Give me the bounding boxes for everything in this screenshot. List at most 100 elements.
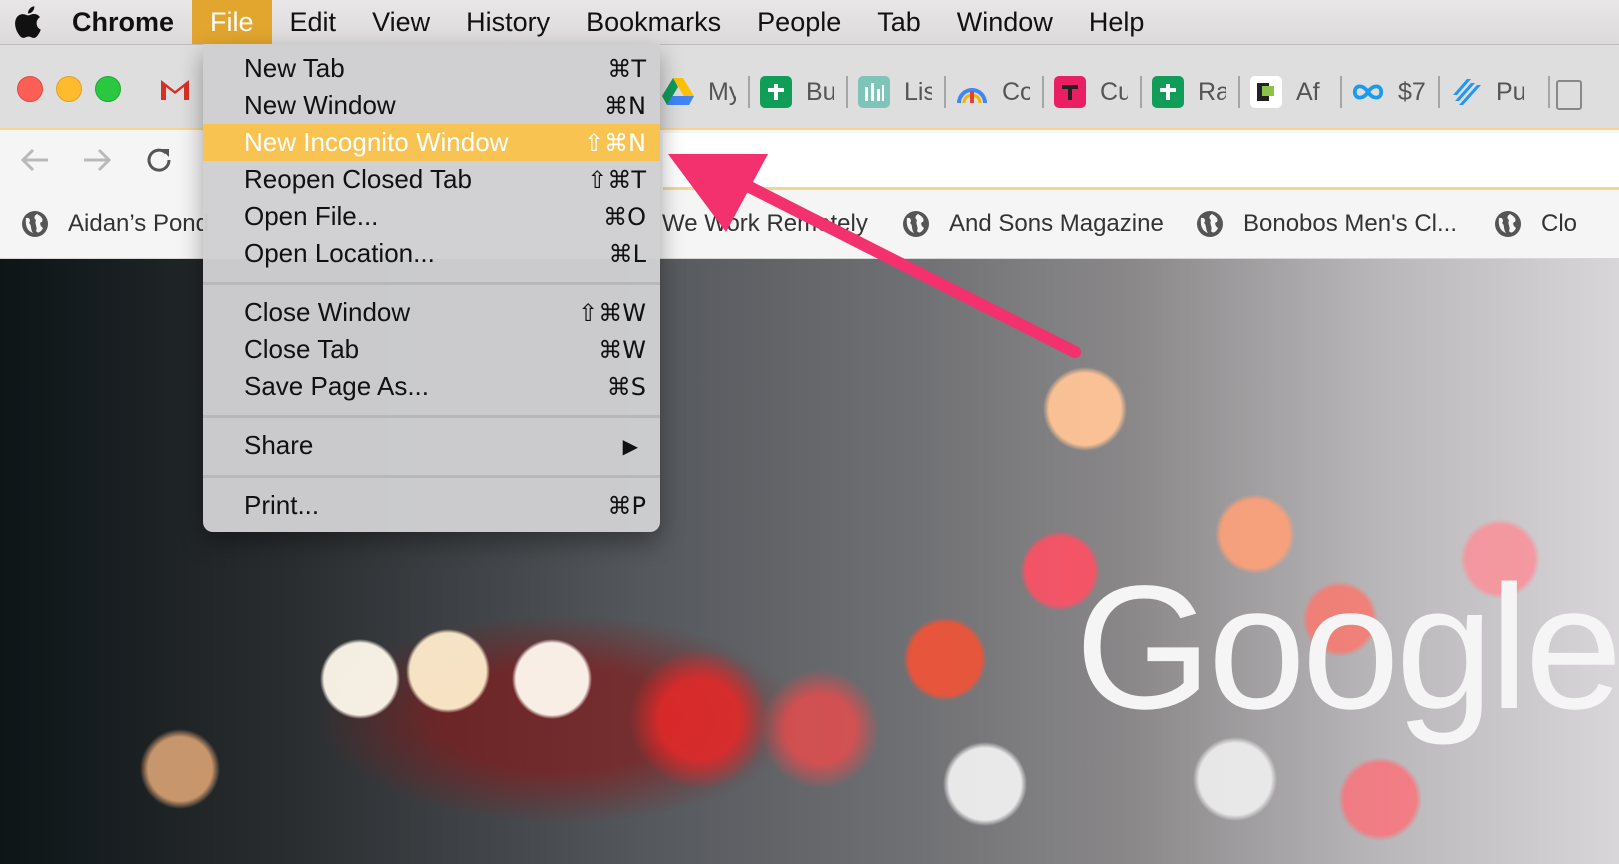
chart-icon: [858, 76, 890, 108]
tab-lis[interactable]: Lis: [846, 70, 932, 114]
forward-arrow-icon[interactable]: [77, 140, 117, 180]
menu-item-label: Share: [244, 430, 314, 460]
tab-pu[interactable]: Pu: [1438, 70, 1524, 114]
menu-item-shortcut: ⌘T: [607, 54, 646, 83]
menu-view[interactable]: View: [354, 0, 448, 44]
menu-item-open-file[interactable]: Open File... ⌘O: [203, 198, 660, 235]
tab-co[interactable]: Co: [944, 70, 1030, 114]
p-logo-icon: [1250, 76, 1282, 108]
tab-separator: [1438, 76, 1440, 108]
tab-label: Af: [1296, 77, 1320, 106]
reload-icon[interactable]: [139, 140, 179, 180]
menu-item-label: Open Location...: [244, 238, 435, 268]
menu-item-close-window[interactable]: Close Window ⇧⌘W: [203, 294, 660, 331]
menu-item-label: Print...: [244, 490, 320, 520]
globe-icon: [1197, 211, 1223, 237]
menu-item-label: Open File...: [244, 201, 379, 231]
slashes-icon: [1450, 76, 1482, 108]
back-arrow-icon[interactable]: [15, 140, 55, 180]
menu-item-open-location[interactable]: Open Location... ⌘L: [203, 235, 660, 272]
zoom-window-button[interactable]: [95, 76, 121, 102]
gmail-icon[interactable]: [159, 78, 191, 102]
tab-af[interactable]: Af: [1238, 70, 1324, 114]
menu-item-shortcut: ⌘L: [608, 239, 646, 268]
menu-window[interactable]: Window: [939, 0, 1071, 44]
tab-google-drive[interactable]: My: [650, 70, 736, 114]
tab-label: Pu: [1496, 77, 1524, 106]
menu-item-shortcut: ⌘S: [606, 372, 646, 401]
tab-label: My: [708, 77, 736, 106]
menu-item-shortcut: ⌘W: [598, 335, 646, 364]
tab-separator: [1548, 76, 1550, 108]
green-plus-icon: [1152, 76, 1184, 108]
tab-separator: [1238, 76, 1240, 108]
tab-bu[interactable]: Bu: [748, 70, 834, 114]
menu-item-shortcut: ⇧⌘W: [578, 298, 646, 327]
menu-item-label: Close Tab: [244, 334, 360, 364]
menu-separator: [203, 282, 660, 285]
gauge-icon: [956, 76, 988, 108]
menu-item-label: Save Page As...: [244, 371, 430, 401]
tab-separator: [1340, 76, 1342, 108]
bookmark-aidans-pond[interactable]: Aidan’s Pond: [20, 206, 209, 242]
menu-item-label: New Incognito Window: [244, 127, 509, 157]
tab-separator: [944, 76, 946, 108]
menu-item-shortcut: ⌘N: [604, 91, 646, 120]
menu-item-close-tab[interactable]: Close Tab ⌘W: [203, 331, 660, 368]
annotation-arrow-icon: [668, 154, 1081, 358]
bookmark-bonobos[interactable]: Bonobos Men's Cl...: [1195, 206, 1457, 242]
menu-edit[interactable]: Edit: [272, 0, 355, 44]
menu-tab[interactable]: Tab: [859, 0, 939, 44]
google-logo: Google: [1075, 550, 1619, 746]
menu-item-shortcut: ⌘P: [607, 491, 646, 520]
infinity-icon: [1352, 76, 1384, 108]
tab-dollar[interactable]: $7: [1340, 70, 1426, 114]
tab-separator: [1140, 76, 1142, 108]
globe-icon: [22, 211, 48, 237]
close-window-button[interactable]: [17, 76, 43, 102]
tab-label: Co: [1002, 77, 1030, 106]
menu-separator: [203, 415, 660, 418]
menu-item-new-window[interactable]: New Window ⌘N: [203, 87, 660, 124]
bookmark-label: Aidan’s Pond: [68, 210, 209, 237]
menu-file[interactable]: File: [192, 0, 272, 44]
tab-label: $7: [1398, 77, 1426, 106]
menu-item-new-incognito-window[interactable]: New Incognito Window ⇧⌘N: [203, 124, 660, 161]
apple-logo-icon[interactable]: [0, 0, 54, 44]
tab-separator: [846, 76, 848, 108]
google-drive-icon: [662, 76, 694, 108]
bookmark-label: Clo: [1541, 210, 1578, 237]
menu-item-new-tab[interactable]: New Tab ⌘T: [203, 50, 660, 87]
macos-menu-bar: Chrome File Edit View History Bookmarks …: [0, 0, 1619, 45]
menu-item-shortcut: ⇧⌘T: [587, 165, 646, 194]
menu-item-save-page-as[interactable]: Save Page As... ⌘S: [203, 368, 660, 405]
menu-history[interactable]: History: [448, 0, 568, 44]
tab-label: Lis: [904, 77, 932, 106]
bookmark-label: Bonobos Men's Cl...: [1243, 210, 1458, 237]
menu-separator: [203, 475, 660, 478]
menu-item-label: New Window: [244, 90, 396, 120]
minimize-window-button[interactable]: [56, 76, 82, 102]
file-menu-dropdown: New Tab ⌘T New Window ⌘N New Incognito W…: [203, 44, 660, 532]
submenu-arrow-icon: ▶: [622, 433, 638, 458]
tab-cu[interactable]: Cu: [1042, 70, 1128, 114]
tab-separator: [748, 76, 750, 108]
menu-item-reopen-closed-tab[interactable]: Reopen Closed Tab ⇧⌘T: [203, 161, 660, 198]
menu-chrome[interactable]: Chrome: [54, 0, 192, 44]
menu-item-label: Reopen Closed Tab: [244, 164, 472, 194]
bookmark-clo[interactable]: Clo: [1493, 206, 1577, 242]
menu-item-share[interactable]: Share ▶: [203, 427, 660, 464]
menu-bookmarks[interactable]: Bookmarks: [568, 0, 739, 44]
tab-separator: [1042, 76, 1044, 108]
tab-overflow-icon[interactable]: [1556, 80, 1582, 110]
tab-ra[interactable]: Ra: [1140, 70, 1226, 114]
menu-item-shortcut: ⇧⌘N: [583, 128, 646, 157]
menu-people[interactable]: People: [739, 0, 859, 44]
tab-label: Cu: [1100, 77, 1128, 106]
tab-label: Ra: [1198, 77, 1226, 106]
menu-item-print[interactable]: Print... ⌘P: [203, 487, 660, 524]
menu-item-label: New Tab: [244, 53, 345, 83]
menu-item-shortcut: ⌘O: [603, 202, 646, 231]
menu-help[interactable]: Help: [1071, 0, 1163, 44]
menu-item-label: Close Window: [244, 297, 411, 327]
